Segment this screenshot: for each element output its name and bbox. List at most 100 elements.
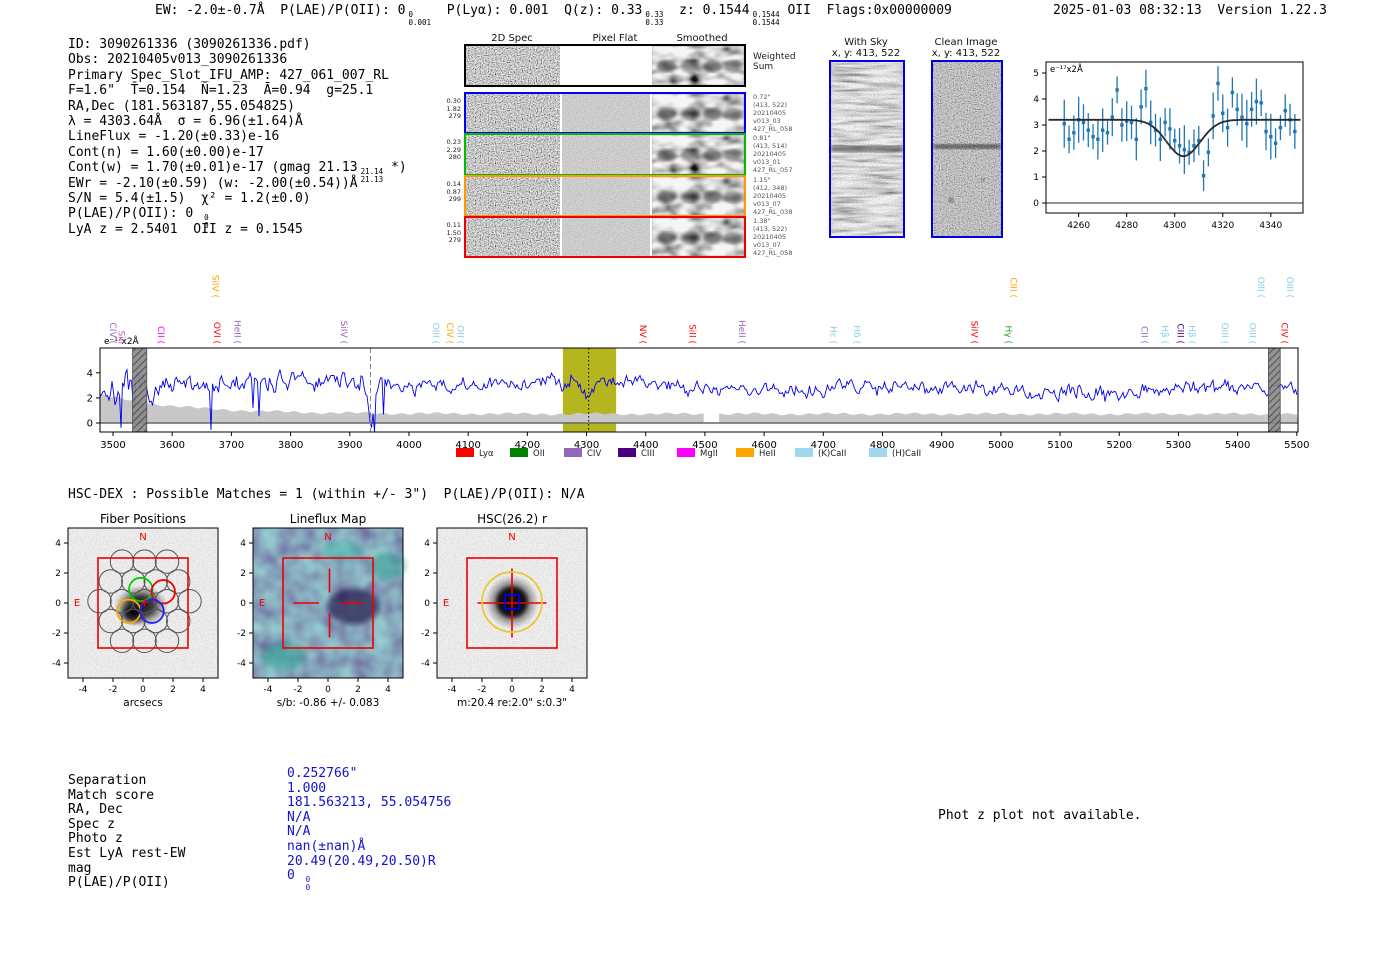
fiber-positions-panel: N E -4 -4 -2 -2 0 0 2 2 4 4 arcsecs [52,527,219,709]
info-line: ID: 3090261336 (3090261336.pdf) [68,37,311,52]
spectral-line-label: SiII ( [687,324,697,344]
spectral-line-label: HeII ( [736,320,746,344]
spectral-line-label: OIII ( [1255,277,1265,298]
match-row-value: 0 00 [287,868,311,893]
legend-swatch [677,448,695,457]
header-qz-stack: 0.33 0.33 [645,10,664,27]
spec2d-row-left-labels: 0.11 1.50 279 [446,221,461,245]
svg-text:0: 0 [424,599,430,609]
info-line: Obs: 20210405v013_3090261336 [68,52,288,68]
legend-swatch [456,448,474,457]
svg-text:4900: 4900 [929,440,954,451]
info-block: ID: 3090261336 (3090261336.pdf) Obs: 2021… [68,37,407,237]
match-row-label: RA, Dec [68,802,123,818]
cutout-xlabel: s/b: -0.86 +/- 0.083 [277,697,380,709]
info-line: Cont(n) = 1.60(±0.00)e-17 [68,144,264,160]
svg-text:-2: -2 [421,629,430,639]
svg-text:0: 0 [325,685,331,695]
legend-label: Lyα [479,449,494,459]
match-row-label: Match score [68,787,155,803]
with-sky-image [829,60,905,238]
spec2d-col-title: Smoothed [676,33,728,44]
svg-text:-4: -4 [448,685,457,695]
header-z-label: z: [679,3,695,18]
header-plae-label: P(LAE)/P(OII): [280,3,390,18]
match-table: Separation 0.252766" Match score 1.000 RA, D… [68,766,588,906]
hsc-dex-line: HSC-DEX : Possible Matches = 1 (within +… [68,487,585,502]
spec2d-row-right-labels: 1.15" (412, 348) 20210405 v013_07 427_RL_038 [753,176,793,216]
svg-text:5300: 5300 [1166,440,1191,451]
spec2d-row-left-labels: 0.30 1.82 279 [446,97,461,121]
spectral-line-label: Hγ ( [1003,326,1013,344]
spec2d-row-right-labels: 0.81" (413, 514) 20210405 v013_01 427_RL_057 [753,134,793,174]
spec2d-row-left-labels: 0.23 2.29 280 [446,138,461,162]
svg-text:2: 2 [539,685,545,695]
svg-text:-2: -2 [294,685,303,695]
svg-text:-2: -2 [478,685,487,695]
info-line: P(LAE)/P(OII): 0 00 [68,206,209,231]
spec2d-col-title: Pixel Flat [592,33,638,44]
spec2d-col-title: 2D Spec [491,33,533,44]
spectral-line-label: Hε ( [827,326,837,344]
spectral-line-label: NV ( [637,325,647,344]
smoothed-image [652,177,744,215]
match-row-value: nan(±nan)Å [287,839,366,854]
spectral-line-label: Hδ ( [851,325,861,344]
legend-swatch [736,448,754,457]
legend-swatch [618,448,636,457]
svg-text:3900: 3900 [337,440,362,451]
legend-label: (K)CaII [818,449,846,459]
svg-text:5000: 5000 [988,440,1013,451]
svg-text:4320: 4320 [1211,221,1234,231]
svg-text:3700: 3700 [219,440,244,451]
spec2d-image [466,135,560,174]
svg-text:3800: 3800 [278,440,303,451]
match-row-label: Spec z [68,816,115,832]
svg-text:4: 4 [55,539,61,549]
report-version: Version 1.22.3 [1217,3,1327,18]
spectral-line-label: CIII ( [1007,277,1017,298]
svg-text:4340: 4340 [1259,221,1282,231]
svg-text:e⁻¹⁷x2Å: e⁻¹⁷x2Å [1050,63,1083,75]
smoothed-image [652,218,744,256]
clean-image-coords: x, y: 413, 522 [931,48,1001,59]
spectral-line-label: SiIV ( [338,321,348,344]
svg-text:-4: -4 [264,685,273,695]
svg-text:4: 4 [240,539,246,549]
spec2d-row-right-labels: 1.38" (413, 522) 20210405 v013_07 427_RL_058 [753,217,793,257]
pixel-flat-image [562,46,650,85]
legend-label: (H)CaII [892,449,921,459]
elixer-report-page: EW: -2.0±-0.7Å P(LAE)/P(OII): 0 0 0.001 P(… [0,0,1400,953]
spectral-line-label: SiIV ( [209,275,219,298]
legend-swatch [869,448,887,457]
header-timestamp: 2025-01-03 08:32:13 Version 1.22.3 [1053,3,1327,18]
smoothed-image [652,135,744,174]
linefit-chart: 0 1 2 3 4 5 4260 4280 4300 4320 4340 e⁻¹⁷x2Å [1033,61,1304,231]
header-ew: EW: -2.0±-0.7Å [155,3,265,18]
svg-text:0: 0 [87,419,93,430]
header-flags: Flags:0x00000009 [826,3,952,18]
legend-label: HeII [759,449,776,459]
svg-text:2: 2 [240,569,246,579]
svg-text:0: 0 [140,685,146,695]
svg-text:1: 1 [1033,173,1039,183]
spectral-line-label: CIV ( [1278,323,1288,344]
spec2d-row [464,92,746,134]
spectral-line-label: Hβ ( [1186,325,1196,344]
spectral-line-label: CII ( [155,326,165,344]
svg-text:2: 2 [424,569,430,579]
match-row-label: Separation [68,773,147,788]
spectral-line-label: OVI ( [211,322,221,344]
spectral-line-label: Hβ ( [1159,325,1169,344]
match-row-label: Photo z [68,831,123,847]
full-spectrum-chart: 3500 3600 3700 3800 3900 4000 4100 4200 4300 4400… [87,275,1310,459]
info-line: RA,Dec (181.563187,55.054825) [68,98,295,114]
legend-swatch [510,448,528,457]
spec2d-image [466,94,560,132]
info-line: LineFlux = -1.20(±0.33)e-16 [68,129,280,145]
legend-label: CIII [641,449,654,459]
smoothed-image [652,46,744,85]
svg-text:4: 4 [1033,95,1039,105]
svg-text:-2: -2 [52,629,61,639]
svg-text:3500: 3500 [100,440,125,451]
